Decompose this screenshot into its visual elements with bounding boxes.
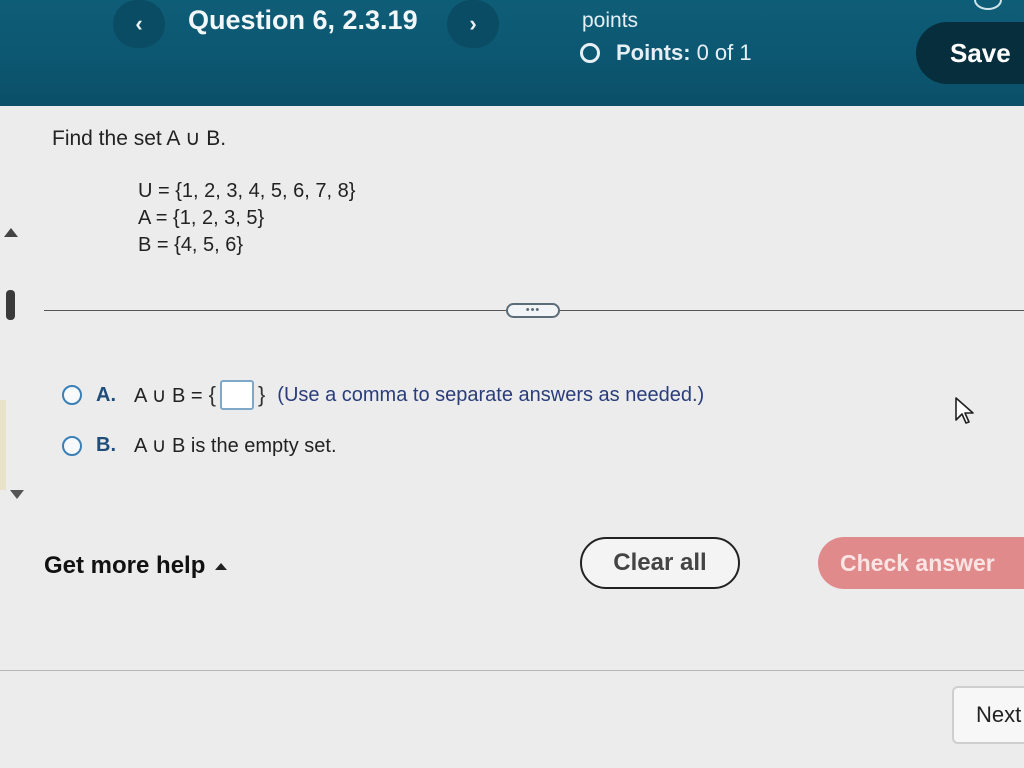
option-a[interactable]: A. A ∪ B = { } (Use a comma to separate … <box>62 380 704 410</box>
option-a-text: A ∪ B = <box>134 384 203 407</box>
question-prompt: Find the set A ∪ B. <box>52 127 227 150</box>
mouse-cursor-icon <box>955 397 974 424</box>
set-definitions: U = {1, 2, 3, 4, 5, 6, 7, 8} A = {1, 2, … <box>138 178 355 259</box>
set-b: B = {4, 5, 6} <box>138 234 244 256</box>
option-b-text: A ∪ B is the empty set. <box>134 435 337 457</box>
next-question-button[interactable]: › <box>447 0 499 48</box>
question-title: Question 6, 2.3.19 <box>188 5 418 35</box>
question-header: ‹ Question 6, 2.3.19 › points Points: 0 … <box>0 0 1024 106</box>
brace-open: { <box>208 382 216 407</box>
option-b-radio[interactable] <box>62 435 82 456</box>
progress-ring-icon <box>580 43 600 63</box>
points-label: Points: <box>616 40 691 65</box>
answer-input[interactable] <box>219 380 254 410</box>
check-answer-button[interactable]: Check answer <box>818 537 1024 589</box>
expand-more-button[interactable]: ••• <box>506 303 560 318</box>
footer-divider <box>0 670 1024 671</box>
set-u: U = {1, 2, 3, 4, 5, 6, 7, 8} <box>138 180 356 202</box>
points-value: 0 of 1 <box>696 40 752 65</box>
next-label: Next <box>976 702 1022 727</box>
side-accent <box>0 400 6 490</box>
points-status: Points: 0 of 1 <box>580 40 752 66</box>
option-a-hint: (Use a comma to separate answers as need… <box>277 383 705 406</box>
chevron-right-icon: › <box>469 11 477 36</box>
previous-question-button[interactable]: ‹ <box>113 0 165 48</box>
scroll-down-icon[interactable] <box>10 490 24 499</box>
splitter-handle[interactable] <box>6 290 15 320</box>
option-b-letter: B. <box>96 434 116 456</box>
scroll-up-icon[interactable] <box>4 228 18 237</box>
option-a-letter: A. <box>96 383 116 406</box>
clear-all-button[interactable]: Clear all <box>580 537 740 589</box>
help-label: Get more help <box>44 552 206 579</box>
next-button[interactable]: Next <box>952 686 1024 744</box>
option-b[interactable]: B. A ∪ B is the empty set. <box>62 433 337 458</box>
chevron-left-icon: ‹ <box>135 11 143 36</box>
caret-up-icon <box>215 562 228 570</box>
points-word: points <box>582 9 639 32</box>
set-a: A = {1, 2, 3, 5} <box>138 207 265 229</box>
gear-icon[interactable] <box>974 0 1002 10</box>
save-button[interactable]: Save <box>916 22 1024 84</box>
save-label: Save <box>950 37 1011 68</box>
brace-close: } <box>257 382 266 407</box>
check-label: Check answer <box>840 549 995 576</box>
option-a-radio[interactable] <box>62 385 82 405</box>
get-more-help-link[interactable]: Get more help <box>44 552 228 580</box>
clear-label: Clear all <box>613 549 707 576</box>
